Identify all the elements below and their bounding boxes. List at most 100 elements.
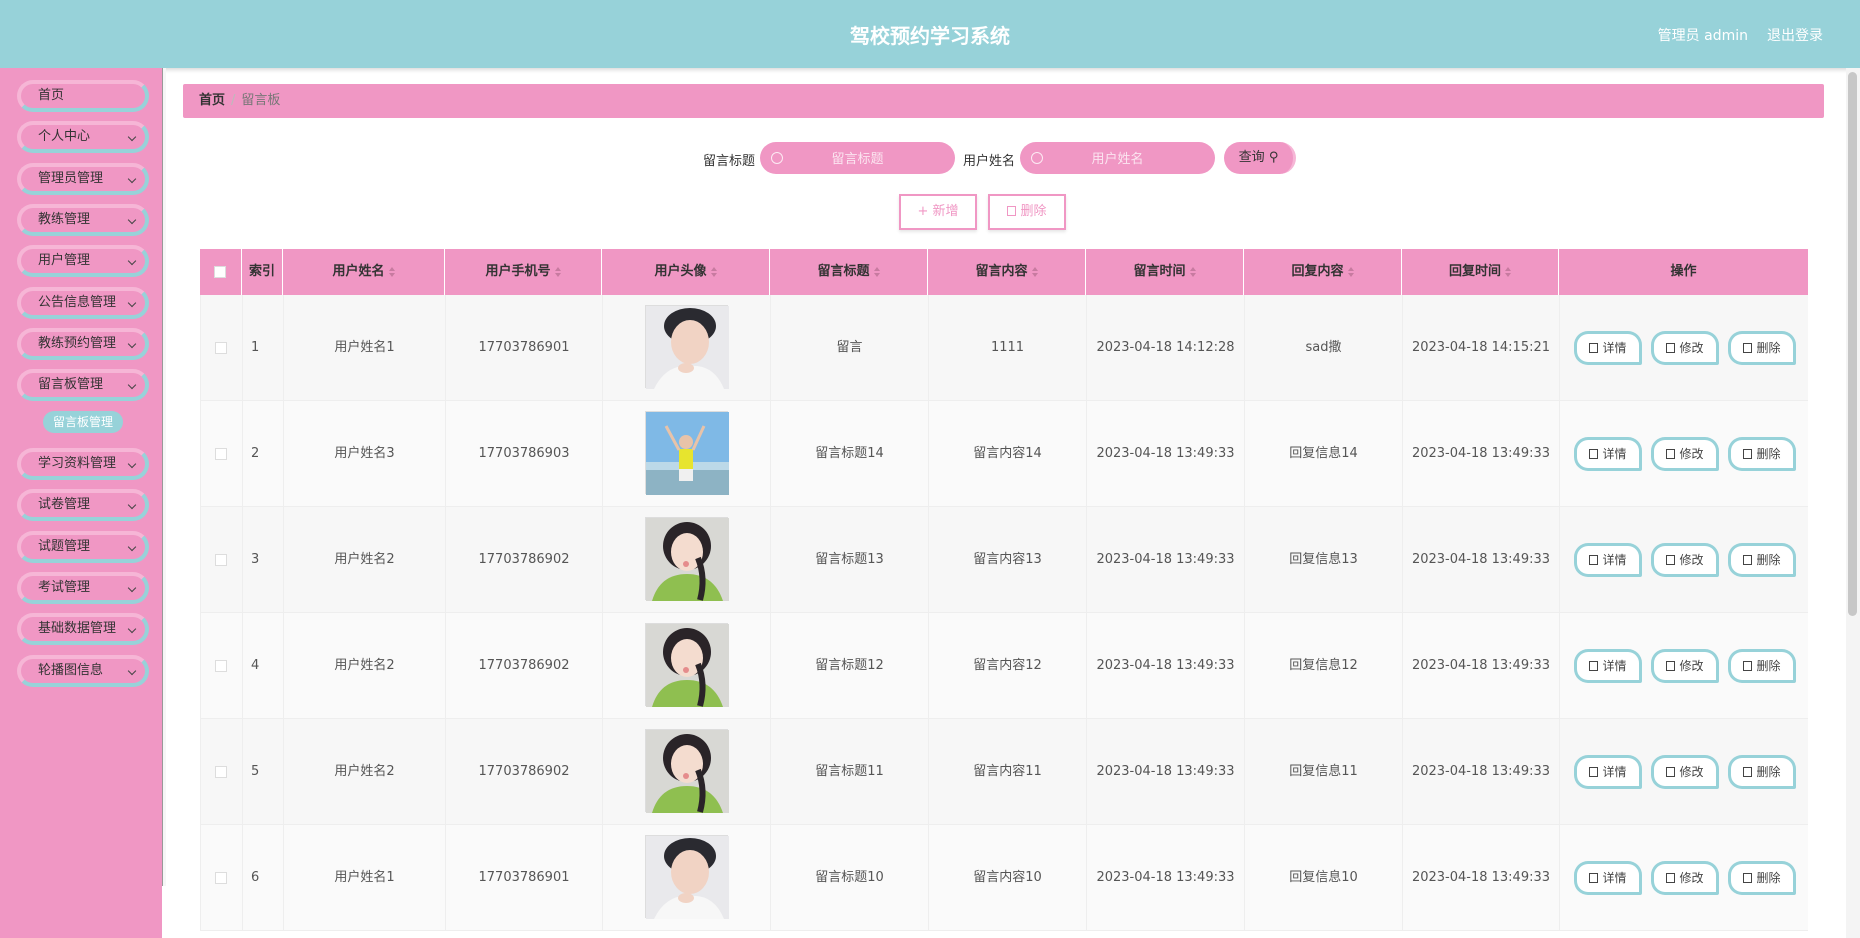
sort-icon[interactable] [710,266,717,277]
cell-reply: sad撒 [1245,295,1403,401]
edit-button[interactable]: 修改 [1651,437,1719,471]
col-header-reply[interactable]: 回复内容 [1244,249,1402,295]
trash-icon [1743,449,1753,459]
cell-idx: 5 [243,719,284,825]
row-checkbox[interactable] [215,872,227,884]
cell-time: 2023-04-18 13:49:33 [1087,401,1245,507]
detail-button[interactable]: 详情 [1574,861,1642,895]
cell-reply_time: 2023-04-18 13:49:33 [1403,825,1560,931]
query-button[interactable]: 查询 ⚲ [1224,142,1296,174]
sort-icon[interactable] [873,266,880,277]
col-header-label: 用户头像 [654,264,707,279]
user-avatar [645,517,729,601]
chevron-down-icon [127,583,137,593]
row-checkbox[interactable] [215,766,227,778]
col-header-username[interactable]: 用户姓名 [283,249,445,295]
edit-button[interactable]: 修改 [1651,543,1719,577]
sort-icon[interactable] [554,266,561,277]
table-row: 4 用户姓名2 17703786902 留言标题12 留言内容12 2023-04-18 … [200,613,1808,719]
edit-button[interactable]: 修改 [1651,755,1719,789]
sidebar-item-materials[interactable]: 学习资料管理 [17,448,149,480]
sort-icon[interactable] [388,266,395,277]
row-select-cell [201,825,243,931]
document-icon [1589,555,1599,565]
row-checkbox[interactable] [215,448,227,460]
delete-button[interactable]: 删除 [1728,861,1796,895]
sidebar-item-booking[interactable]: 教练预约管理 [17,328,149,360]
sidebar-item-profile[interactable]: 个人中心 [17,121,149,153]
sidebar-item-carousel[interactable]: 轮播图信息 [17,655,149,687]
col-header-label: 留言标题 [817,264,870,279]
sidebar-item-notice[interactable]: 公告信息管理 [17,287,149,319]
title-search-input[interactable] [760,142,955,174]
delete-button[interactable]: 删除 [1728,437,1796,471]
select-all-checkbox[interactable] [214,266,226,278]
sidebar-item-messageboard[interactable]: 留言板管理 [17,369,149,401]
col-header-time[interactable]: 留言时间 [1086,249,1244,295]
sidebar-item-papers[interactable]: 试卷管理 [17,489,149,521]
sidebar-item-users[interactable]: 用户管理 [17,245,149,277]
cell-idx: 3 [243,507,284,613]
sort-icon[interactable] [1031,266,1038,277]
col-header-reply-time[interactable]: 回复时间 [1402,249,1559,295]
delete-button[interactable]: 删除 [1728,649,1796,683]
chevron-down-icon [127,132,137,142]
sidebar-item-coach[interactable]: 教练管理 [17,204,149,236]
breadcrumb-separator: / [231,93,236,108]
name-search-input[interactable] [1020,142,1215,174]
delete-button[interactable]: 删除 [1728,331,1796,365]
col-header-phone[interactable]: 用户手机号 [445,249,602,295]
table-header: 索引 用户姓名 用户手机号 用户头像 留言标题 留言内容 留言时间 回复内容 回… [200,249,1808,295]
detail-button[interactable]: 详情 [1574,543,1642,577]
sidebar-subitem-messageboard[interactable]: 留言板管理 [43,411,123,433]
sort-icon[interactable] [1347,266,1354,277]
col-header-content[interactable]: 留言内容 [928,249,1086,295]
col-header-avatar[interactable]: 用户头像 [602,249,770,295]
sort-icon[interactable] [1189,266,1196,277]
document-icon [1589,873,1599,883]
cell-reply_time: 2023-04-18 13:49:33 [1403,719,1560,825]
chevron-down-icon [127,298,137,308]
sidebar-item-basedata[interactable]: 基础数据管理 [17,613,149,645]
delete-button[interactable]: 删除 [1728,755,1796,789]
breadcrumb-current: 留言板 [241,93,281,108]
batch-delete-button[interactable]: 删除 [988,194,1066,230]
add-button[interactable]: + 新增 [899,194,977,230]
sidebar-item-label: 公告信息管理 [38,295,117,310]
row-checkbox[interactable] [215,342,227,354]
sidebar-item-questions[interactable]: 试题管理 [17,531,149,563]
edit-button[interactable]: 修改 [1651,331,1719,365]
cell-idx: 1 [243,295,284,401]
cell-content: 1111 [929,295,1087,401]
scrollbar-thumb[interactable] [1848,72,1857,616]
detail-button[interactable]: 详情 [1574,649,1642,683]
sort-icon[interactable] [1505,266,1511,277]
cell-title: 留言标题13 [771,507,929,613]
row-checkbox[interactable] [215,660,227,672]
cell-name: 用户姓名1 [284,295,446,401]
sidebar-item-label: 用户管理 [38,253,91,268]
cell-time: 2023-04-18 13:49:33 [1087,613,1245,719]
detail-button[interactable]: 详情 [1574,755,1642,789]
document-icon [1589,449,1599,459]
row-select-cell [201,295,243,401]
detail-button[interactable]: 详情 [1574,437,1642,471]
cell-reply_time: 2023-04-18 14:15:21 [1403,295,1560,401]
sidebar-item-exams[interactable]: 考试管理 [17,572,149,604]
delete-button-label: 删除 [1756,871,1781,885]
logout-link[interactable]: 退出登录 [1767,25,1823,45]
breadcrumb-home[interactable]: 首页 [199,93,225,108]
edit-button[interactable]: 修改 [1651,649,1719,683]
sidebar-item-admin[interactable]: 管理员管理 [17,163,149,195]
row-checkbox[interactable] [215,554,227,566]
edit-button[interactable]: 修改 [1651,861,1719,895]
sidebar: 首页 个人中心 管理员管理 教练管理 用户管理 公告信息管理 教练预约管理 留言… [0,68,162,938]
document-icon [1589,343,1599,353]
user-avatar [645,305,729,389]
cell-phone: 17703786901 [446,295,603,401]
sidebar-item-home[interactable]: 首页 [17,80,149,112]
cell-time: 2023-04-18 13:49:33 [1087,507,1245,613]
col-header-title[interactable]: 留言标题 [770,249,928,295]
delete-button[interactable]: 删除 [1728,543,1796,577]
detail-button[interactable]: 详情 [1574,331,1642,365]
